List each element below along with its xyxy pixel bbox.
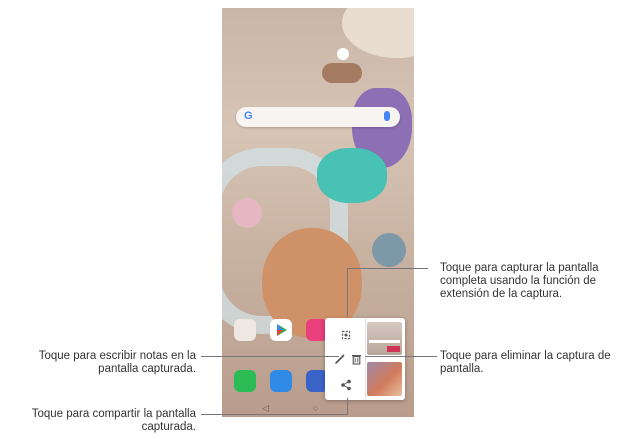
callout-line-capture <box>347 268 428 269</box>
expand-capture-icon[interactable] <box>339 328 353 342</box>
callout-line-delete <box>365 356 437 357</box>
callout-line-notes <box>201 356 339 357</box>
popup-divider <box>365 318 366 400</box>
app-folder-icon[interactable] <box>234 319 256 341</box>
thumbnail-bar <box>369 340 400 343</box>
home-icon[interactable]: ○ <box>313 403 318 413</box>
callout-share: Toque para compartir la pantalla captura… <box>31 408 196 433</box>
wallpaper-shape <box>337 48 349 60</box>
back-icon[interactable]: ◁ <box>262 403 269 414</box>
callout-line-share <box>347 398 348 415</box>
callout-line-capture <box>347 268 348 317</box>
wallpaper-shape <box>322 63 362 83</box>
callout-capture-full: Toque para capturar la pantalla completa… <box>440 262 599 300</box>
callout-write-notes: Toque para escribir notas en la pantalla… <box>38 350 196 375</box>
google-logo: G <box>244 110 253 122</box>
callout-delete: Toque para eliminar la captura de pantal… <box>440 350 611 375</box>
wallpaper-shape <box>232 198 262 228</box>
phone-app-icon[interactable] <box>234 370 256 392</box>
screenshot-popup <box>325 318 405 400</box>
pencil-edit-icon[interactable] <box>333 352 347 366</box>
callout-line-share <box>201 414 348 415</box>
google-search-bar[interactable]: G <box>236 107 400 127</box>
play-store-icon[interactable] <box>270 319 292 341</box>
wallpaper-shape <box>342 8 414 58</box>
mic-icon[interactable] <box>384 111 390 121</box>
wallpaper-shape <box>317 148 387 203</box>
screenshot-thumbnail-top[interactable] <box>367 322 402 355</box>
screenshot-thumbnail-bottom[interactable] <box>367 362 402 396</box>
wallpaper-shape <box>372 233 406 267</box>
thumbnail-accent <box>387 346 400 352</box>
share-icon[interactable] <box>339 378 353 392</box>
trash-icon[interactable] <box>349 352 363 366</box>
messages-app-icon[interactable] <box>270 370 292 392</box>
